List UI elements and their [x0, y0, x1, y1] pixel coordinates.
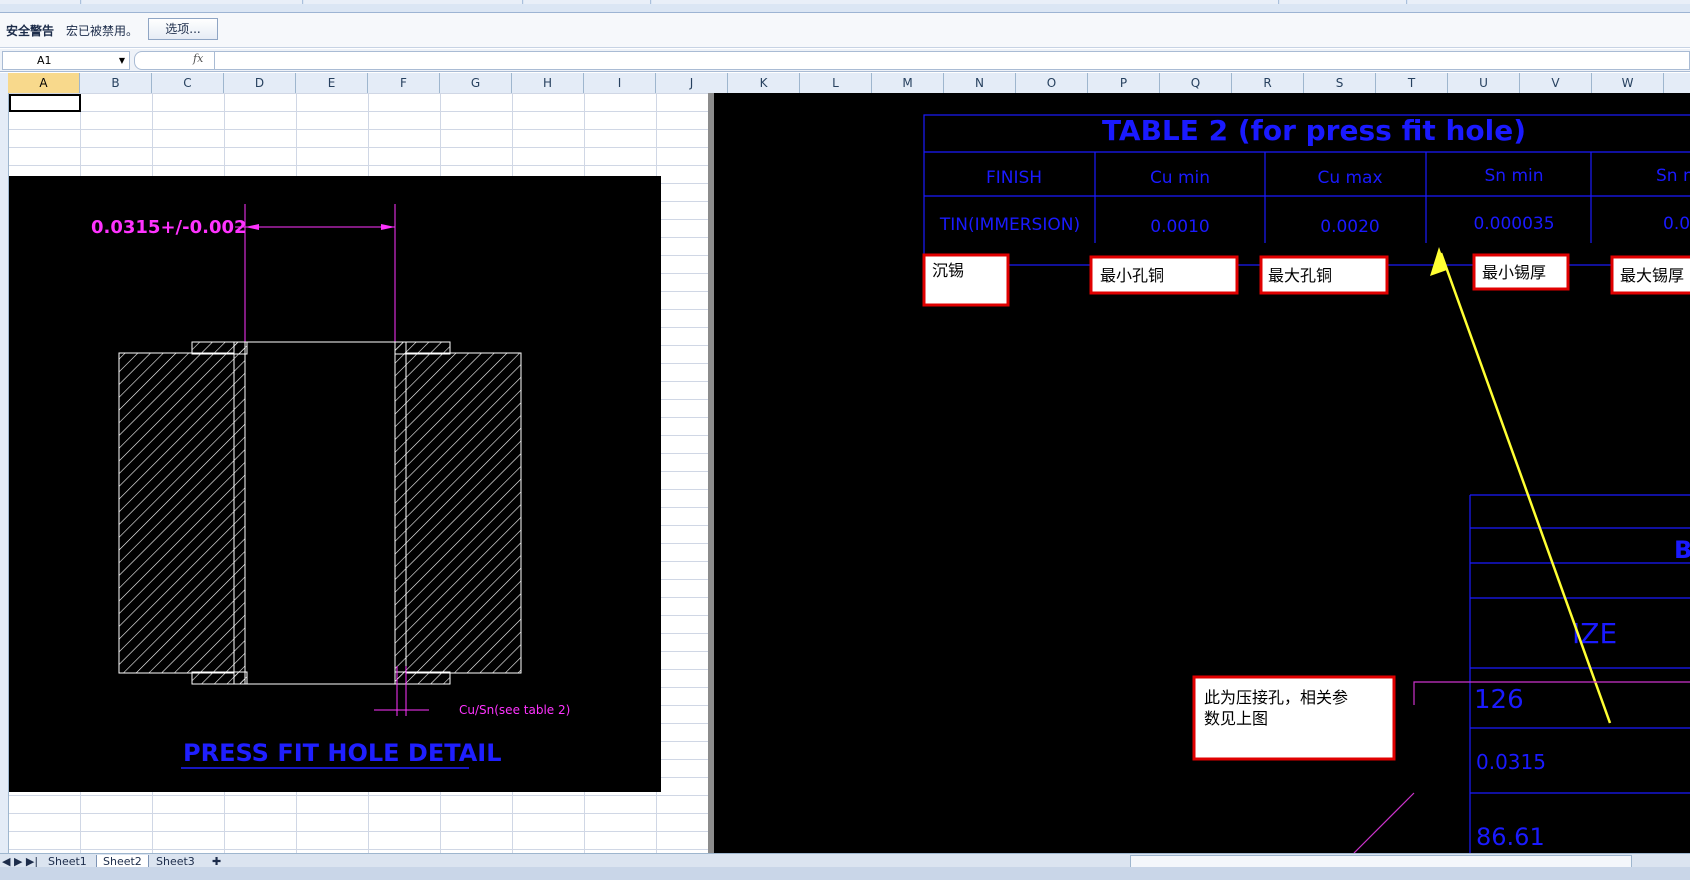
- column-header-j[interactable]: J: [656, 73, 728, 93]
- dimension-text: 0.0315+/-0.002: [91, 217, 247, 238]
- ribbon-tab[interactable]: [1408, 0, 1690, 4]
- board-section-left: [118, 352, 235, 674]
- board-section-right: [405, 352, 522, 674]
- ribbon-tab[interactable]: [1280, 0, 1407, 4]
- column-header-a[interactable]: A: [8, 73, 80, 93]
- table2-header-cu-max: Cu max: [1317, 168, 1382, 188]
- column-header-n[interactable]: N: [944, 73, 1016, 93]
- ribbon-tab[interactable]: [524, 0, 651, 4]
- table2-header-cu-min: Cu min: [1150, 168, 1210, 188]
- ribbon-tab[interactable]: [82, 0, 303, 4]
- column-header-e[interactable]: E: [296, 73, 368, 93]
- callout-text-line: 此为压接孔，相关参: [1204, 688, 1348, 707]
- plating-note: Cu/Sn(see table 2): [459, 703, 570, 717]
- column-header-k[interactable]: K: [728, 73, 800, 93]
- column-header-w[interactable]: W: [1592, 73, 1664, 93]
- column-header-r[interactable]: R: [1232, 73, 1304, 93]
- ribbon-strip: [0, 0, 1690, 13]
- partial-table-title: BO: [1674, 536, 1690, 564]
- annotation-max-sn[interactable]: 最大锡厚: [1610, 255, 1690, 295]
- column-header-b[interactable]: B: [80, 73, 152, 93]
- table2-cell-cu-max: 0.0020: [1320, 217, 1379, 237]
- column-header-row: ABCDEFGHIJKLMNOPQRSTUVW: [0, 73, 1690, 94]
- plating-wall-right: [394, 341, 407, 685]
- name-box[interactable]: A1 ▼: [2, 51, 130, 70]
- column-header-s[interactable]: S: [1304, 73, 1376, 93]
- table2-title: TABLE 2 (for press fit hole): [1102, 114, 1526, 147]
- sheet-tab-bar: ◀ ▶ ▶| Sheet1 Sheet2 Sheet3 ✚: [0, 853, 1690, 869]
- table2-cell-sn-max: 0.00: [1663, 214, 1690, 234]
- column-header-o[interactable]: O: [1016, 73, 1088, 93]
- column-header-i[interactable]: I: [584, 73, 656, 93]
- column-header-t[interactable]: T: [1376, 73, 1448, 93]
- status-bar: [0, 867, 1690, 880]
- options-button[interactable]: 选项...: [148, 18, 218, 40]
- column-header-c[interactable]: C: [152, 73, 224, 93]
- table2-cell-sn-min: 0.000035: [1473, 214, 1554, 234]
- drawing-background: [9, 176, 661, 792]
- partial-table-value: 0.0315: [1476, 750, 1546, 774]
- function-button-area: fx: [134, 51, 216, 70]
- press-fit-hole-drawing[interactable]: 0.0315+/-0.002 Cu/Sn(see table 2) PRESS …: [9, 176, 661, 792]
- security-warning-message: 宏已被禁用。: [66, 24, 139, 38]
- security-warning-label: 安全警告: [6, 24, 55, 38]
- annotation-min-sn[interactable]: 最小锡厚: [1472, 253, 1570, 291]
- annotation-text: 最大孔铜: [1268, 266, 1332, 285]
- formula-input[interactable]: [214, 51, 1690, 70]
- chevron-down-icon[interactable]: ▼: [119, 52, 125, 69]
- column-header-v[interactable]: V: [1520, 73, 1592, 93]
- annotation-text: 最小锡厚: [1482, 263, 1546, 282]
- name-box-value: A1: [37, 54, 52, 67]
- annotation-max-cu[interactable]: 最大孔铜: [1259, 255, 1389, 295]
- row-header-column: [0, 93, 9, 853]
- annotation-text: 最小孔铜: [1100, 266, 1164, 285]
- ribbon-tab[interactable]: [0, 0, 81, 4]
- ribbon-tab[interactable]: [304, 0, 523, 4]
- annotation-text: 最大锡厚: [1620, 266, 1684, 285]
- ribbon-tab[interactable]: [652, 0, 1279, 4]
- annotation-immersion-tin[interactable]: 沉锡: [922, 253, 1010, 307]
- insert-function-icon[interactable]: fx: [193, 52, 203, 65]
- security-warning-bar: 安全警告 宏已被禁用。 选项...: [0, 13, 1690, 48]
- column-header-h[interactable]: H: [512, 73, 584, 93]
- column-header-g[interactable]: G: [440, 73, 512, 93]
- column-header-d[interactable]: D: [224, 73, 296, 93]
- table2-cell-cu-min: 0.0010: [1150, 217, 1209, 237]
- column-header-l[interactable]: L: [800, 73, 872, 93]
- partial-table-value: 126: [1474, 685, 1524, 715]
- table2-cell-finish: TIN(IMMERSION): [939, 215, 1080, 235]
- callout-press-fit-note[interactable]: 此为压接孔，相关参 数见上图: [1192, 675, 1396, 761]
- plating-wall-left: [233, 341, 246, 685]
- table2-header-finish: FINISH: [986, 168, 1042, 188]
- annotation-text: 沉锡: [932, 261, 964, 280]
- selected-cell-a1[interactable]: [9, 94, 81, 112]
- drawing-title: PRESS FIT HOLE DETAIL: [183, 739, 502, 767]
- formula-bar: A1 ▼ fx: [0, 49, 1690, 72]
- table2-header-sn-min: Sn min: [1484, 166, 1543, 186]
- table2-header-sn-max: Sn m: [1656, 166, 1690, 186]
- column-header-p[interactable]: P: [1088, 73, 1160, 93]
- column-header-f[interactable]: F: [368, 73, 440, 93]
- column-header-m[interactable]: M: [872, 73, 944, 93]
- annotation-min-cu[interactable]: 最小孔铜: [1089, 255, 1239, 295]
- callout-text-line: 数见上图: [1204, 709, 1268, 728]
- table2-drawing[interactable]: TABLE 2 (for press fit hole) FINISH Cu m…: [714, 93, 1690, 853]
- column-header-q[interactable]: Q: [1160, 73, 1232, 93]
- partial-table-value: 86.61: [1476, 823, 1545, 851]
- column-header-u[interactable]: U: [1448, 73, 1520, 93]
